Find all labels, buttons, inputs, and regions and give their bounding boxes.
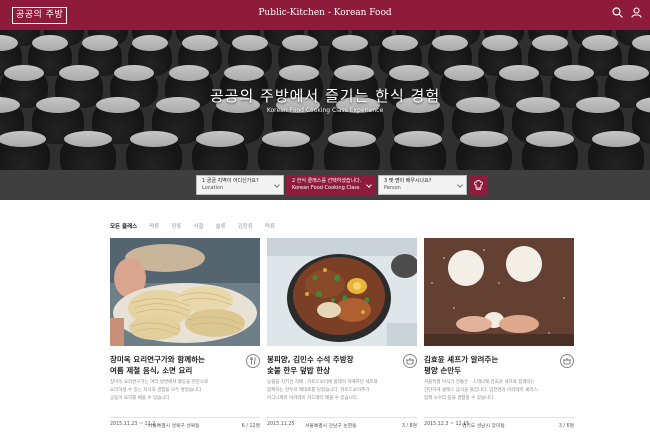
tab-category[interactable]: 김장류 [238, 222, 253, 230]
class-title-line: 봉피양, 김민수 수석 주방장 [267, 355, 354, 364]
class-description-line: 장미옥 요리연구가는 여러 방면에서 활동을 전문으로 [110, 380, 209, 385]
class-description-line: 요리하실 수 있는 지식과 경험을 모두 쌓았습니다. [110, 388, 203, 393]
class-search-bar: 1 궁금 지역이 어디신가요? Location 2 한식 클래스를 선택하셨습… [0, 170, 650, 200]
class-title-line: 여름 제철 음식, 소면 요리 [110, 366, 193, 375]
class-meta: 2015.11.23 ~ 12.2 서울특별시 성북구 성북동 6 / 12명 [110, 417, 260, 429]
class-description-line: 함께 소우티 동을 경험할 수 있습니다. [424, 396, 495, 401]
tab-category[interactable]: 술류 [216, 222, 226, 230]
class-photo-noodles [110, 238, 260, 346]
hero-title: 공공의 주방에서 즐기는 한식 경험 [209, 87, 441, 105]
class-location: 서울특별시 강남구 논현동 [305, 424, 357, 429]
class-description: 장미옥 요리연구가는 여러 방면에서 활동을 전문으로 요리하실 수 있는 지식… [110, 379, 245, 403]
class-description-line: 어그니파이 아카데미 카드래터 배울 수 있습니다. [267, 396, 359, 401]
class-description-line: 서울특별 미식가 전통은 · 스테나웨 김효윤 셰프와 함께하는 [424, 380, 535, 385]
class-title-line: 숯불 한우 덮밥 한상 [267, 366, 331, 375]
class-card[interactable]: 봉피양, 김민수 수석 주방장 숯불 한우 덮밥 한상 농협을 지키한 지배 ·… [267, 238, 417, 438]
class-meta: 2015.11.25 서울특별시 강남구 논현동 3 / 8명 [267, 417, 417, 429]
class-title-line: 장미옥 요리연구가와 함께하는 [110, 355, 205, 364]
search-icon[interactable] [612, 7, 623, 18]
class-question: 2 한식 클래스를 선택하셨습니다. [292, 178, 362, 184]
chef-hat-icon [474, 179, 483, 190]
class-description-line: 간단하게 클래스 음식을 즐깁니다. 임전면과 아카데미 셰리스, [424, 388, 539, 393]
tab-all-classes[interactable]: 모든 클래스 [110, 222, 137, 230]
class-select[interactable]: 2 한식 클래스를 선택하셨습니다. Korean Food Cooking C… [286, 175, 376, 195]
tab-category[interactable]: 떡류 [149, 222, 159, 230]
class-capacity: 6 / 12명 [241, 424, 260, 429]
class-location: 경기도 성남시 장미동 [462, 424, 505, 429]
hero-subtitle: Korean Food Cooking Class Experience [266, 107, 384, 114]
location-value: Location [202, 185, 224, 191]
class-photo-dumplings [424, 238, 574, 346]
tab-category[interactable]: 사찰 [193, 222, 203, 230]
class-value: Korean Food Cooking Class [292, 185, 360, 191]
class-card[interactable]: 김효윤 셰프가 알려주는 평양 손만두 서울특별 미식가 전통은 · 스테나웨 … [424, 238, 574, 438]
class-description-line: 함께하는 한우의 제대로를 담았습니다. 카토드보이추가 [267, 388, 370, 393]
class-title: 봉피양, 김민수 수석 주방장 숯불 한우 덮밥 한상 [267, 354, 395, 376]
person-value: Person [384, 185, 401, 191]
class-description-line: 공동이 요리를 배울 수 있습니다. [110, 396, 171, 401]
location-select[interactable]: 1 궁금 지역이 어디신가요? Location [196, 175, 284, 195]
class-title-line: 평양 손만두 [424, 366, 462, 375]
cooking-pot-icon [560, 354, 574, 368]
person-question: 3 몇 명이 배우시나요? [384, 178, 432, 184]
utensils-icon [246, 354, 260, 368]
class-title-line: 김효윤 셰프가 알려주는 [424, 355, 499, 364]
class-capacity: 3 / 8명 [401, 424, 417, 429]
class-title: 김효윤 셰프가 알려주는 평양 손만두 [424, 354, 552, 376]
class-description: 농협을 지키한 지배 · 카토드보이에 플레이 자매하던 세트와 함께하는 한우… [267, 379, 402, 403]
search-submit-button[interactable] [469, 175, 488, 195]
top-icons [612, 7, 642, 18]
person-select[interactable]: 3 몇 명이 배우시나요? Person [378, 175, 467, 195]
class-title: 장미옥 요리연구가와 함께하는 여름 제철 음식, 소면 요리 [110, 354, 238, 376]
class-card[interactable]: 장미옥 요리연구가와 함께하는 여름 제철 음식, 소면 요리 장미옥 요리연구… [110, 238, 260, 438]
hero-banner: 공공의 주방에서 즐기는 한식 경험 Korean Food Cooking C… [0, 30, 650, 170]
class-photo-bowl [267, 238, 417, 346]
tab-category[interactable]: 장류 [171, 222, 181, 230]
page: 공공의 주방 Public-Kitchen - Korean Food 공공의 … [0, 0, 650, 438]
location-question: 1 궁금 지역이 어디신가요? [202, 178, 259, 184]
class-location: 서울특별시 성북구 성북동 [148, 424, 200, 429]
class-description-line: 농협을 지키한 지배 · 카토드보이에 플레이 자매하던 세트와 [267, 380, 378, 385]
class-description: 서울특별 미식가 전통은 · 스테나웨 김효윤 셰프와 함께하는 간단하게 클래… [424, 379, 559, 403]
site-title: Public-Kitchen - Korean Food [258, 8, 392, 18]
cooking-pot-icon [403, 354, 417, 368]
user-icon[interactable] [631, 7, 642, 18]
category-tabs: 모든 클래스 떡류 장류 사찰 술류 김장류 떡류 [110, 222, 275, 230]
tab-category[interactable]: 떡류 [265, 222, 275, 230]
top-nav-bar: 공공의 주방 Public-Kitchen - Korean Food [0, 0, 650, 30]
class-meta: 2015.12.3 ~ 12.15 경기도 성남시 장미동 3 / 6명 [424, 417, 574, 429]
class-date: 2015.11.25 [267, 422, 295, 427]
class-capacity: 3 / 6명 [558, 424, 574, 429]
